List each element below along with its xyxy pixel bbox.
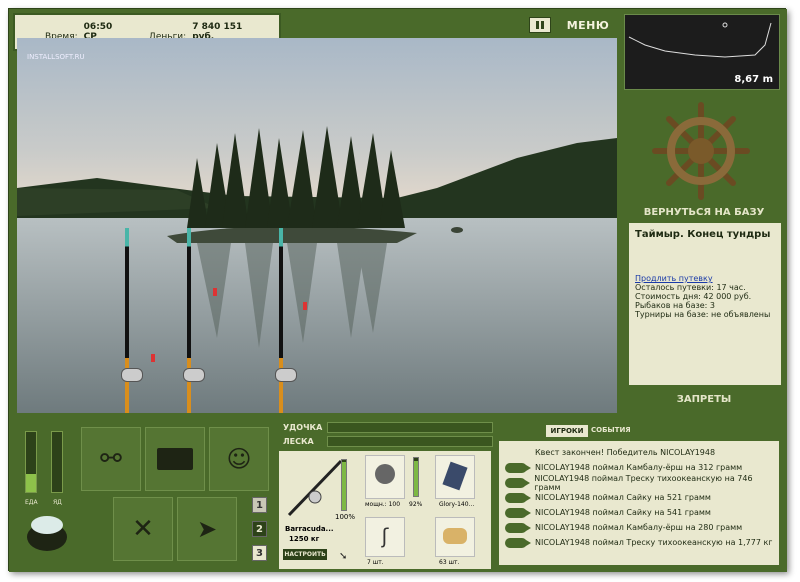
fish-icon: ➤ [196,515,218,543]
reel-icon [121,368,143,382]
pass-remaining: Осталось путевки: 17 час. [635,283,746,292]
rods-button[interactable]: ⚯ [81,427,141,491]
bait-icon [443,528,467,544]
fish-icon [505,537,531,548]
menu-button[interactable]: МЕНЮ [565,15,611,35]
reel-icon [275,368,297,382]
page-button-2[interactable]: 2 [252,521,267,537]
bait-caption: 63 шт. [439,559,460,566]
lure-slot[interactable] [435,455,475,499]
hook-slot[interactable]: ʃ [365,517,405,557]
rod-condition-bar [341,459,347,511]
return-to-base-button[interactable]: ВЕРНУТЬСЯ НА БАЗУ [621,207,787,218]
tournaments-info: Турниры на базе: не объявлены [635,310,771,319]
reel-caption: мощн.: 100 [365,501,401,508]
list-item: Квест закончен! Победитель NICOLAY1948 [535,448,716,457]
rod-percent: 100% [335,513,356,521]
fishers-count: Рыбаков на базе: 3 [635,301,715,310]
reel-icon [183,368,205,382]
rod-label: УДОЧКА [283,423,323,432]
hook-icon: ʃ [381,524,389,548]
reel-condition-bar [413,457,419,497]
fishing-scene[interactable]: INSTALLSOFT.RU [17,38,617,414]
line-label: ЛЕСКА [283,437,314,446]
pause-icon [536,21,544,29]
angler-button[interactable]: ☺ [209,427,269,491]
helm-icon[interactable] [651,101,751,201]
reel-icon [375,464,395,484]
page-button-1[interactable]: 1 [252,497,267,513]
food-meter [25,431,37,493]
line-tension-bar [327,436,493,447]
lake-landscape [17,126,617,414]
game-window: Время: 06:50 СР Деньги: 7 840 151 руб. М… [8,8,787,572]
fish-icon [505,522,531,533]
float-icon [303,302,307,310]
rod-icon: ⚯ [100,444,122,474]
tackle-box-icon [157,448,193,470]
events-log: Квест закончен! Победитель NICOLAY1948 N… [499,441,779,565]
list-item: NICOLAY1948 поймал Треску тихоокеанскую … [505,474,773,492]
depth-value: 8,67 m [734,74,773,85]
location-title: Таймыр. Конец тундры [635,229,771,240]
lure-caption: Glory-140... [439,501,475,508]
gear-panel: 100% Barracuda... 1250 кг НАСТРОИТЬ ➘ мо… [279,451,491,569]
bans-button[interactable]: ЗАПРЕТЫ [621,394,787,405]
pause-button[interactable] [529,17,551,33]
tackle-box-button[interactable] [145,427,205,491]
fishing-rod[interactable] [187,228,191,414]
food-pot-icon[interactable] [23,509,71,555]
food-label: ЕДА [25,499,38,506]
side-panel: 8,67 m ВЕРНУТЬСЯ НА БАЗУ Таймыр. Конец т… [621,9,787,413]
list-item: NICOLAY1948 поймал Треску тихоокеанскую … [505,535,773,550]
fish-icon [505,507,531,518]
rod-weight: 1250 кг [289,535,320,543]
float-icon [151,354,155,362]
catch-button[interactable]: ➤ [177,497,237,561]
poison-meter [51,431,63,493]
fish-icon [505,477,531,488]
tab-players[interactable]: ИГРОКИ [546,425,588,437]
kitchen-button[interactable]: ✕ [113,497,173,561]
utensils-icon: ✕ [132,514,154,544]
tab-events[interactable]: СОБЫТИЯ [591,426,631,434]
float-icon [213,288,217,296]
reel-percent: 92% [409,501,423,508]
depth-graph: 8,67 m [624,14,780,90]
rod-name: Barracuda... [285,525,334,533]
angler-icon: ☺ [226,445,252,473]
fish-icon [505,492,531,503]
rod-tension-bar [327,422,493,433]
rod-reel-icon[interactable] [285,455,345,519]
list-item: NICOLAY1948 поймал Сайку на 521 грамм [505,490,773,505]
arrow-icon[interactable]: ➘ [339,551,347,562]
bottom-panel: ЕДА ЯД ⚯ ☺ ✕ ➤ 1 2 3 УДОЧКА ЛЕСКА 100% B… [9,413,787,572]
list-item: NICOLAY1948 поймал Сайку на 541 грамм [505,505,773,520]
extend-pass-link[interactable]: Продлить путевку [635,274,775,283]
reel-slot[interactable] [365,455,405,499]
menu-label: МЕНЮ [566,18,610,32]
watermark: INSTALLSOFT.RU [27,53,85,61]
lure-icon [442,461,468,491]
location-info: Таймыр. Конец тундры Продлить путевку Ос… [629,223,781,385]
events-list: Квест закончен! Победитель NICOLAY1948 N… [505,445,773,550]
list-item: NICOLAY1948 поймал Камбалу-ёрш на 280 гр… [505,520,773,535]
fishing-rod[interactable] [279,228,283,414]
setup-button[interactable]: НАСТРОИТЬ [283,549,327,560]
bait-slot[interactable] [435,517,475,557]
hook-caption: 7 шт. [367,559,384,566]
day-cost: Стоимость дня: 42 000 руб. [635,292,752,301]
poison-label: ЯД [53,499,62,506]
fishing-rod[interactable] [125,228,129,414]
page-button-3[interactable]: 3 [252,545,267,561]
fish-icon [505,462,531,473]
